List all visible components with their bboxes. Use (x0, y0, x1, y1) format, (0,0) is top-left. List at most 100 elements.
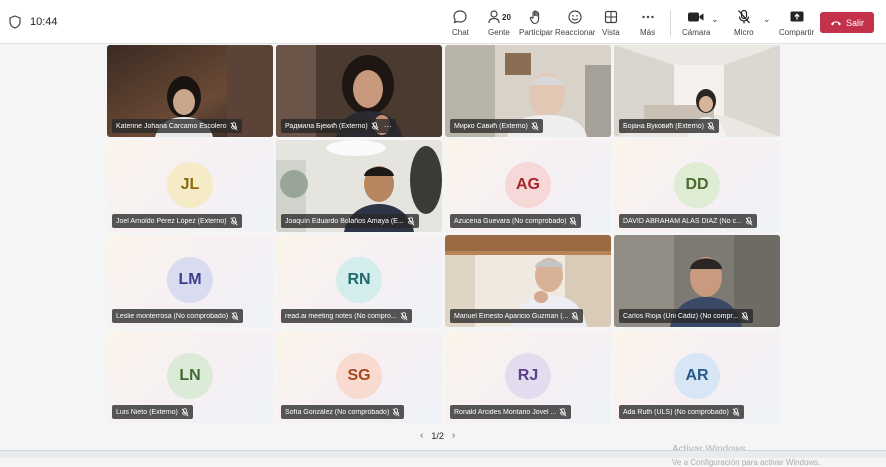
gallery-pager: ‹ 1/2 › (420, 430, 455, 441)
more-dots-icon (641, 15, 654, 19)
participant-tile[interactable]: Мирко Савић (Externo) (445, 45, 611, 137)
participant-name-tag: Luis Nieto (Externo) (112, 405, 193, 419)
participant-name: Joel Arnoldo Pérez López (Externo) (116, 217, 227, 225)
participant-tile[interactable]: RN read.ai meeting notes (No compro... (276, 235, 442, 327)
raise-hand-label: Participar (519, 28, 553, 37)
more-button[interactable]: Más (640, 8, 655, 40)
participant-tile[interactable]: Katerine Johana Cárcamo Escolero (107, 45, 273, 137)
mic-muted-icon (569, 216, 577, 225)
avatar: RN (336, 257, 382, 303)
mic-muted-icon (531, 121, 539, 130)
participant-name: Sofía González (No comprobado) (285, 408, 390, 416)
participant-tile[interactable]: Радмила Бјекић (Externo) ··· (276, 45, 442, 137)
participant-name: read.ai meeting notes (No compro... (285, 312, 397, 320)
participant-tile[interactable]: LM Leslie monterrosa (No comprobado) (107, 235, 273, 327)
mic-muted-icon (371, 121, 379, 130)
participant-name-tag: Manuel Ernesto Aparicio Guzman (... (450, 309, 584, 323)
people-icon (488, 10, 500, 24)
participant-name: Ronald Arcides Montano Jovel ... (454, 408, 557, 416)
mic-muted-icon (400, 311, 408, 320)
hang-up-icon (830, 20, 841, 25)
participant-tile[interactable]: Бојана Вуковић (Externo) (614, 45, 780, 137)
participant-tile[interactable]: AR Ada Ruth (ULS) (No comprobado) (614, 331, 780, 423)
participant-name: Katerine Johana Cárcamo Escolero (116, 122, 227, 130)
participant-name-tag: Azucena Guevara (No comprobado) (450, 214, 582, 228)
participant-name-tag: read.ai meeting notes (No compro... (281, 309, 412, 323)
participant-name: Luis Nieto (Externo) (116, 408, 178, 416)
mic-muted-icon (407, 216, 415, 225)
view-button[interactable]: Vista (602, 8, 620, 40)
toolbar-divider (670, 10, 671, 36)
camera-button[interactable]: Cámara (682, 8, 710, 40)
leave-button[interactable]: Salir (820, 12, 874, 33)
participant-name-tag: Sofía González (No comprobado) (281, 405, 405, 419)
participant-name-tag: Ada Ruth (ULS) (No comprobado) (619, 405, 744, 419)
next-page-button[interactable]: › (452, 430, 455, 441)
participant-name-tag: Katerine Johana Cárcamo Escolero (112, 119, 242, 133)
participant-name-tag: Бојана Вуковић (Externo) (619, 119, 720, 133)
participant-name: Manuel Ernesto Aparicio Guzman (... (454, 312, 569, 320)
chat-button[interactable]: Chat (452, 8, 469, 40)
participant-name-tag: Мирко Савић (Externo) (450, 119, 543, 133)
participant-tile[interactable]: AG Azucena Guevara (No comprobado) (445, 140, 611, 232)
participant-name: Azucena Guevara (No comprobado) (454, 217, 567, 225)
participant-name: Ada Ruth (ULS) (No comprobado) (623, 408, 729, 416)
share-label: Compartir (779, 28, 815, 37)
participant-name: Leslie monterrosa (No comprobado) (116, 312, 229, 320)
raise-hand-button[interactable]: Participar (519, 8, 553, 40)
windows-activation-subtext: Ve a Configuración para activar Windows. (672, 458, 821, 467)
grid-view-icon (604, 10, 617, 24)
react-label: Reaccionar (555, 28, 596, 37)
previous-page-button[interactable]: ‹ (420, 430, 423, 441)
participant-tile[interactable]: DD DAVID ABRAHAM ALAS DIAZ (No c... (614, 140, 780, 232)
share-button[interactable]: Compartir (779, 8, 814, 40)
participant-name: Joaquín Eduardo Bolaños Amaya (E... (285, 217, 404, 225)
mic-muted-icon (741, 311, 749, 320)
meeting-timer: 10:44 (30, 16, 58, 28)
avatar: LN (167, 353, 213, 399)
participant-name-tag: Joel Arnoldo Pérez López (Externo) (112, 214, 242, 228)
mic-options-chevron-icon[interactable]: ⌄ (763, 14, 771, 25)
participant-tile[interactable]: Carlos Rioja (Uni Cádiz) (No compr... (614, 235, 780, 327)
shield-icon (9, 15, 21, 29)
avatar: JL (167, 162, 213, 208)
avatar: AR (674, 353, 720, 399)
react-button[interactable]: Reaccionar (555, 8, 595, 40)
mic-muted-icon (559, 407, 567, 416)
hand-icon (529, 10, 540, 25)
mic-muted-icon (181, 407, 189, 416)
participant-tile[interactable]: LN Luis Nieto (Externo) (107, 331, 273, 423)
participant-name-tag: Радмила Бјекић (Externo) ··· (281, 119, 396, 133)
avatar: SG (336, 353, 382, 399)
camera-label: Cámara (682, 28, 711, 37)
mic-muted-icon (707, 121, 715, 130)
participant-tile[interactable]: Joaquín Eduardo Bolaños Amaya (E... (276, 140, 442, 232)
participant-tile[interactable]: SG Sofía González (No comprobado) (276, 331, 442, 423)
smiley-icon (568, 10, 582, 24)
participant-name: Мирко Савић (Externo) (454, 122, 528, 130)
avatar: RJ (505, 353, 551, 399)
meeting-toolbar: 10:44 Chat 20 Gente Participar Reacciona… (0, 0, 886, 44)
mic-muted-icon (745, 216, 753, 225)
view-label: Vista (602, 28, 620, 37)
mic-button[interactable]: Micro (734, 8, 754, 40)
page-indicator: 1/2 (431, 430, 444, 441)
share-screen-icon (790, 11, 804, 22)
participant-tile[interactable]: JL Joel Arnoldo Pérez López (Externo) (107, 140, 273, 232)
participant-name-tag: Joaquín Eduardo Bolaños Amaya (E... (281, 214, 419, 228)
camera-options-chevron-icon[interactable]: ⌄ (711, 14, 719, 25)
avatar: DD (674, 162, 720, 208)
participant-name-tag: Carlos Rioja (Uni Cádiz) (No compr... (619, 309, 754, 323)
participant-name: Carlos Rioja (Uni Cádiz) (No compr... (623, 312, 739, 320)
participant-tile[interactable]: Manuel Ernesto Aparicio Guzman (... (445, 235, 611, 327)
people-button[interactable]: 20 Gente (487, 8, 511, 40)
participant-name-tag: DAVID ABRAHAM ALAS DIAZ (No c... (619, 214, 757, 228)
participant-tile[interactable]: RJ Ronald Arcides Montano Jovel ... (445, 331, 611, 423)
mic-muted-icon (392, 407, 400, 416)
chat-label: Chat (452, 28, 469, 37)
mic-label: Micro (734, 28, 754, 37)
participant-name: Радмила Бјекић (Externo) (285, 122, 368, 130)
mic-muted-icon (571, 311, 579, 320)
video-gallery: Katerine Johana Cárcamo Escolero Радмила… (0, 44, 886, 467)
more-options-icon[interactable]: ··· (384, 122, 392, 131)
